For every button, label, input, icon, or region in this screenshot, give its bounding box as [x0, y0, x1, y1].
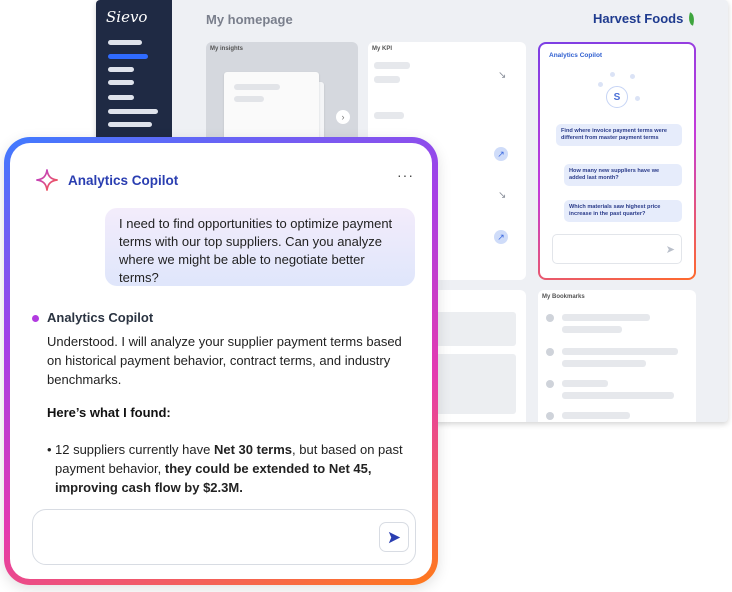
sidebar-item-active[interactable] — [108, 54, 148, 59]
suggested-question[interactable]: Find where invoice payment terms were di… — [556, 124, 682, 146]
copilot-logo-icon: S — [606, 86, 628, 108]
arrow-down-right-icon: ↘ — [498, 190, 507, 201]
finding-list-item: • 12 suppliers currently have Net 30 term… — [47, 442, 403, 495]
send-icon — [388, 531, 400, 543]
finding-text: 12 suppliers currently have — [55, 442, 214, 457]
more-icon[interactable]: ··· — [397, 167, 414, 183]
analytics-copilot-panel: Analytics Copilot ··· I need to find opp… — [4, 137, 438, 585]
insights-title: My insights — [210, 46, 244, 52]
page-title: My homepage — [206, 12, 293, 27]
arrow-down-right-icon: ↘ — [498, 70, 507, 81]
leaf-icon — [686, 11, 697, 26]
mini-chat-input[interactable]: ➤ — [552, 234, 682, 264]
assistant-indicator — [32, 315, 39, 322]
copilot-title: Analytics Copilot — [68, 172, 179, 188]
sidebar-item[interactable] — [108, 40, 142, 45]
user-message-text: I need to find opportunities to optimize… — [119, 216, 393, 285]
mini-copilot-panel[interactable]: Analytics Copilot S Find where invoice p… — [538, 42, 696, 280]
copilot-header: Analytics Copilot — [36, 169, 178, 191]
sidebar-item[interactable] — [108, 122, 152, 127]
brand-name: Harvest Foods — [593, 11, 684, 26]
user-message-bubble: I need to find opportunities to optimize… — [105, 208, 415, 286]
arrow-up-right-icon: ↗ — [494, 230, 508, 244]
mini-copilot-title: Analytics Copilot — [549, 52, 603, 59]
bookmarks-title: My Bookmarks — [542, 294, 585, 300]
chat-input[interactable] — [32, 509, 416, 565]
sidebar-item[interactable] — [108, 67, 134, 72]
app-logo[interactable]: Sievo — [106, 8, 147, 26]
sidebar-item[interactable] — [108, 95, 134, 100]
bookmarks-panel[interactable]: My Bookmarks — [538, 290, 696, 422]
arrow-up-right-icon: ↗ — [494, 147, 508, 161]
brand-logo: Harvest Foods — [593, 11, 697, 26]
send-button[interactable] — [379, 522, 409, 552]
send-icon[interactable]: ➤ — [666, 243, 675, 256]
assistant-name: Analytics Copilot — [47, 310, 154, 325]
findings-heading: Here’s what I found: — [47, 405, 171, 420]
sparkle-icon — [36, 169, 58, 191]
suggested-question[interactable]: Which materials saw highest price increa… — [564, 200, 682, 222]
assistant-intro: Understood. I will analyze your supplier… — [47, 334, 402, 387]
suggested-question[interactable]: How many new suppliers have we added las… — [564, 164, 682, 186]
sidebar-item[interactable] — [108, 109, 158, 114]
finding-bold: Net 30 terms — [213, 442, 293, 457]
kpi-title: My KPI — [372, 46, 393, 52]
chevron-right-icon[interactable]: › — [336, 110, 350, 124]
sidebar-item[interactable] — [108, 80, 134, 85]
